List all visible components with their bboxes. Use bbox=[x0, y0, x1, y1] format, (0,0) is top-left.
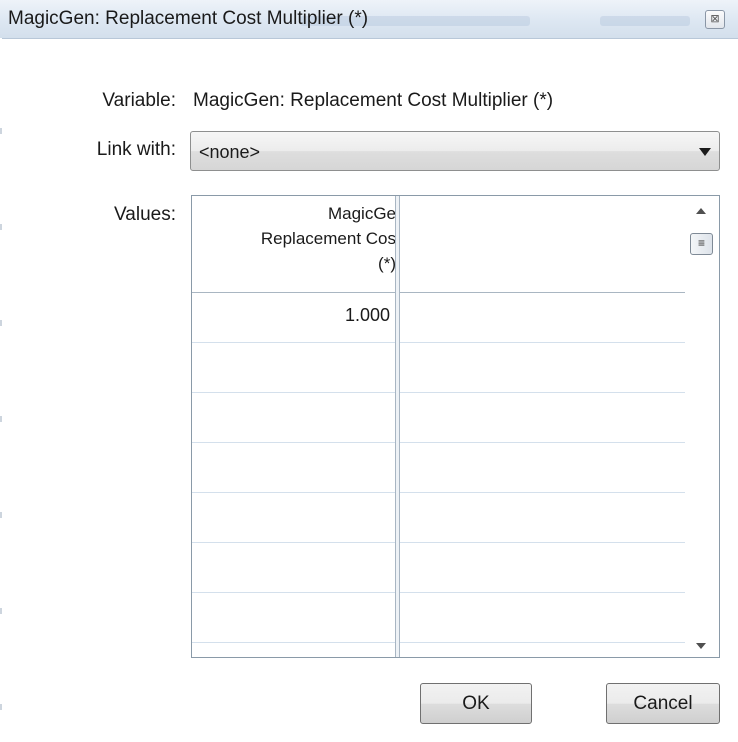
link-with-dropdown[interactable]: <none> bbox=[190, 131, 720, 171]
table-row[interactable] bbox=[192, 643, 685, 657]
table-row[interactable] bbox=[192, 543, 685, 593]
table-row[interactable] bbox=[192, 493, 685, 543]
table-row[interactable] bbox=[192, 593, 685, 643]
column-header-line: (*) bbox=[378, 254, 396, 273]
window-edge bbox=[0, 38, 2, 742]
values-label: Values: bbox=[114, 204, 176, 225]
close-icon: ⊠ bbox=[710, 13, 720, 25]
variable-value: MagicGen: Replacement Cost Multiplier (*… bbox=[193, 90, 554, 111]
table-row[interactable] bbox=[192, 443, 685, 493]
table-row[interactable] bbox=[192, 343, 685, 393]
value-cell[interactable]: 1.000 bbox=[192, 305, 390, 326]
grid-header: MagicGe Replacement Cos (*) bbox=[192, 196, 685, 293]
variable-label: Variable: bbox=[102, 90, 176, 111]
link-with-selected-value: <none> bbox=[199, 142, 261, 162]
scroll-thumb[interactable]: ≡ bbox=[690, 233, 713, 255]
arrow-up-icon[interactable] bbox=[696, 208, 706, 214]
cancel-button[interactable]: Cancel bbox=[606, 683, 720, 724]
grip-icon: ≡ bbox=[697, 236, 705, 250]
table-row[interactable] bbox=[192, 393, 685, 443]
dialog-window: MagicGen: Replacement Cost Multiplier (*… bbox=[0, 0, 738, 742]
vertical-scrollbar[interactable]: ≡ bbox=[685, 196, 719, 657]
chevron-down-icon bbox=[699, 148, 711, 156]
column-header-line: Replacement Cos bbox=[260, 229, 396, 248]
values-grid[interactable]: MagicGe Replacement Cos (*) 1.000 ≡ bbox=[191, 195, 720, 658]
window-title: MagicGen: Replacement Cost Multiplier (*… bbox=[8, 8, 369, 29]
close-button[interactable]: ⊠ bbox=[705, 10, 725, 29]
column-header[interactable]: MagicGe Replacement Cos (*) bbox=[192, 196, 398, 292]
link-with-label: Link with: bbox=[96, 139, 176, 160]
title-bar[interactable]: MagicGen: Replacement Cost Multiplier (*… bbox=[0, 0, 738, 39]
column-header-line: MagicGe bbox=[327, 204, 396, 223]
ok-button[interactable]: OK bbox=[420, 683, 532, 724]
background-blur bbox=[600, 16, 690, 26]
table-row[interactable]: 1.000 bbox=[192, 293, 685, 343]
arrow-down-icon[interactable] bbox=[696, 643, 706, 649]
column-resize-handle[interactable] bbox=[395, 196, 400, 657]
